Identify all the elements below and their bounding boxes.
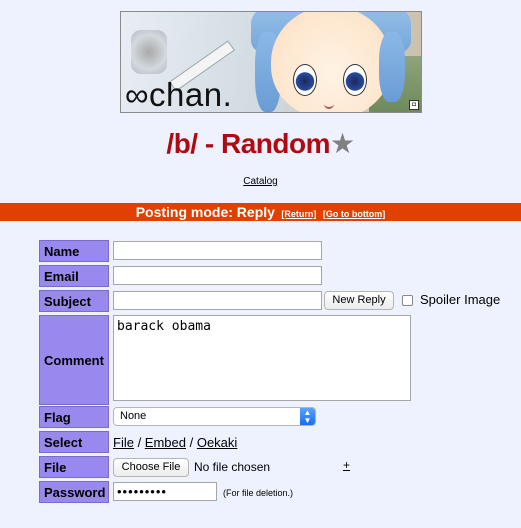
site-logo: ∞chan.: [125, 76, 233, 113]
banner-corner-icon: ◘: [409, 100, 419, 110]
no-file-text: No file chosen: [194, 460, 271, 474]
flag-label: Flag: [39, 406, 109, 428]
posting-mode-bar: Posting mode: Reply [Return] [Go to bott…: [0, 203, 521, 221]
name-label: Name: [39, 240, 109, 262]
password-label: Password: [39, 481, 109, 503]
go-to-bottom-link[interactable]: [Go to bottom]: [323, 209, 385, 219]
banner-character-face: [271, 12, 391, 112]
upload-mode-sep: /: [133, 435, 145, 450]
upload-mode-sep: /: [186, 435, 197, 450]
catalog-nav: Catalog: [0, 176, 521, 187]
email-field[interactable]: [113, 266, 322, 285]
return-link[interactable]: [Return]: [281, 209, 316, 219]
file-label: File: [39, 456, 109, 478]
password-hint: (For file deletion.): [223, 488, 294, 498]
spoiler-image-checkbox[interactable]: [402, 295, 413, 306]
upload-mode-oekaki[interactable]: Oekaki: [197, 435, 237, 450]
banner-character-eye-left: [293, 64, 317, 96]
upload-mode-file[interactable]: File: [113, 435, 134, 450]
spoiler-image-label: Spoiler Image: [420, 292, 501, 307]
choose-file-button[interactable]: Choose File: [113, 458, 189, 477]
catalog-link[interactable]: Catalog: [243, 176, 277, 187]
name-field[interactable]: [113, 241, 322, 260]
email-label: Email: [39, 265, 109, 287]
flag-select[interactable]: None ▲ ▼: [113, 407, 316, 426]
select-label: Select: [39, 431, 109, 453]
select-arrows-icon: ▲ ▼: [300, 408, 315, 425]
new-reply-button[interactable]: New Reply: [324, 291, 394, 310]
subject-label: Subject: [39, 290, 109, 312]
banner-character-eye-right: [343, 64, 367, 96]
subject-field[interactable]: [113, 291, 322, 310]
favorite-star-icon[interactable]: ★: [330, 128, 355, 159]
board-title: /b/ - Random★: [0, 127, 521, 160]
upload-mode-embed[interactable]: Embed: [145, 435, 186, 450]
comment-label: Comment: [39, 315, 109, 405]
password-field[interactable]: [113, 482, 217, 501]
banner-fan: [131, 30, 167, 74]
flag-select-value: None: [120, 410, 147, 422]
posting-mode-title: Posting mode: Reply: [135, 204, 275, 220]
comment-textarea[interactable]: barack obama: [113, 315, 411, 401]
board-banner: ∞chan. ◘: [120, 11, 422, 113]
banner-character-hair-right: [379, 32, 405, 102]
add-file-icon[interactable]: +: [343, 458, 350, 472]
board-title-text: /b/ - Random: [166, 128, 330, 159]
upload-mode-options: File / Embed / Oekaki: [113, 435, 237, 450]
